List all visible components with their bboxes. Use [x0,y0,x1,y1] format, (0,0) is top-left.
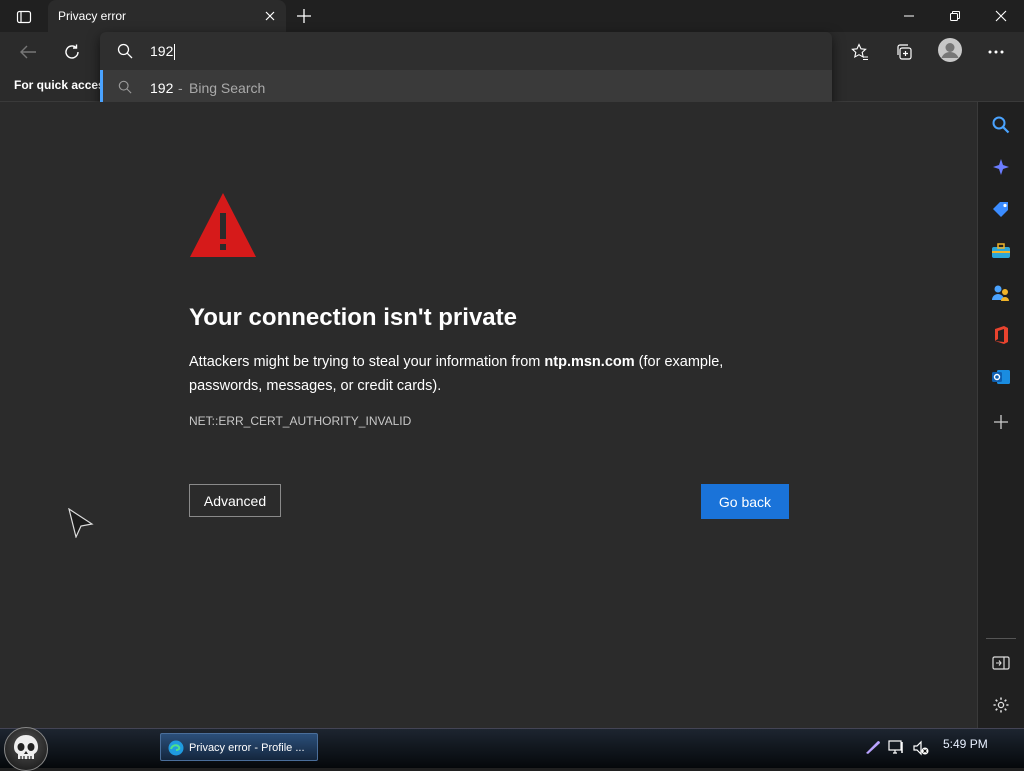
edge-sidebar [977,102,1024,728]
warning-icon [189,191,257,264]
page-title: Your connection isn't private [189,304,517,331]
page-content [0,102,977,728]
tag-icon[interactable] [990,198,1012,220]
skull-start-icon[interactable] [4,727,48,771]
mouse-cursor-icon [68,507,94,543]
suggestion-term: 192 [150,80,174,96]
more-icon[interactable] [980,36,1012,68]
network-icon[interactable] [888,739,906,760]
office-icon[interactable] [990,324,1012,346]
title-bar: Privacy error [0,0,1024,32]
sidebar-divider [986,638,1016,639]
sparkle-icon[interactable] [990,156,1012,178]
search-icon [117,43,133,64]
close-icon[interactable] [262,8,278,24]
address-input-value: 192 [150,43,174,59]
plus-icon[interactable] [292,5,316,27]
address-input[interactable]: 192 [150,43,176,61]
back-icon[interactable] [12,36,44,68]
people-icon[interactable] [990,282,1012,304]
profile-icon[interactable] [934,34,966,66]
plus-icon[interactable] [990,411,1012,433]
refresh-icon[interactable] [56,36,88,68]
favorites-bar-text: For quick access [14,78,112,92]
edge-icon [168,740,184,761]
search-icon[interactable] [990,114,1012,136]
collections-icon[interactable] [888,36,920,68]
go-back-button[interactable]: Go back [701,484,789,519]
briefcase-icon[interactable] [990,240,1012,262]
sidebar-collapse-icon[interactable] [990,652,1012,674]
outlook-icon[interactable] [990,366,1012,388]
text-caret [174,44,176,61]
taskbar-item-label: Privacy error - Profile ... [189,742,305,754]
tab-title: Privacy error [58,9,127,23]
taskbar: Privacy error - Profile ... 5:49 PM [0,727,1024,771]
search-suggestion[interactable]: 192 - Bing Search [100,70,832,106]
minimize-icon[interactable] [886,0,932,32]
suggestion-separator: - [178,80,183,96]
error-code[interactable]: NET::ERR_CERT_AUTHORITY_INVALID [189,414,411,428]
error-domain: ntp.msn.com [544,354,635,370]
taskbar-item-edge[interactable]: Privacy error - Profile ... [160,733,318,761]
description-text: Attackers might be trying to steal your … [189,354,545,370]
advanced-button[interactable]: Advanced [189,484,281,517]
browser-tab[interactable]: Privacy error [48,0,286,32]
restore-icon[interactable] [932,0,978,32]
error-description: Attackers might be trying to steal your … [189,350,789,398]
search-icon [118,80,132,99]
suggestion-engine: Bing Search [189,80,266,96]
pen-icon[interactable] [864,739,882,760]
taskbar-clock[interactable]: 5:49 PM [943,737,988,751]
window-close-icon[interactable] [978,0,1024,32]
volume-muted-icon[interactable] [913,740,931,761]
tab-actions-icon[interactable] [8,6,40,28]
settings-icon[interactable] [990,694,1012,716]
address-bar[interactable]: 192 [100,32,832,70]
favorites-icon[interactable] [844,36,876,68]
